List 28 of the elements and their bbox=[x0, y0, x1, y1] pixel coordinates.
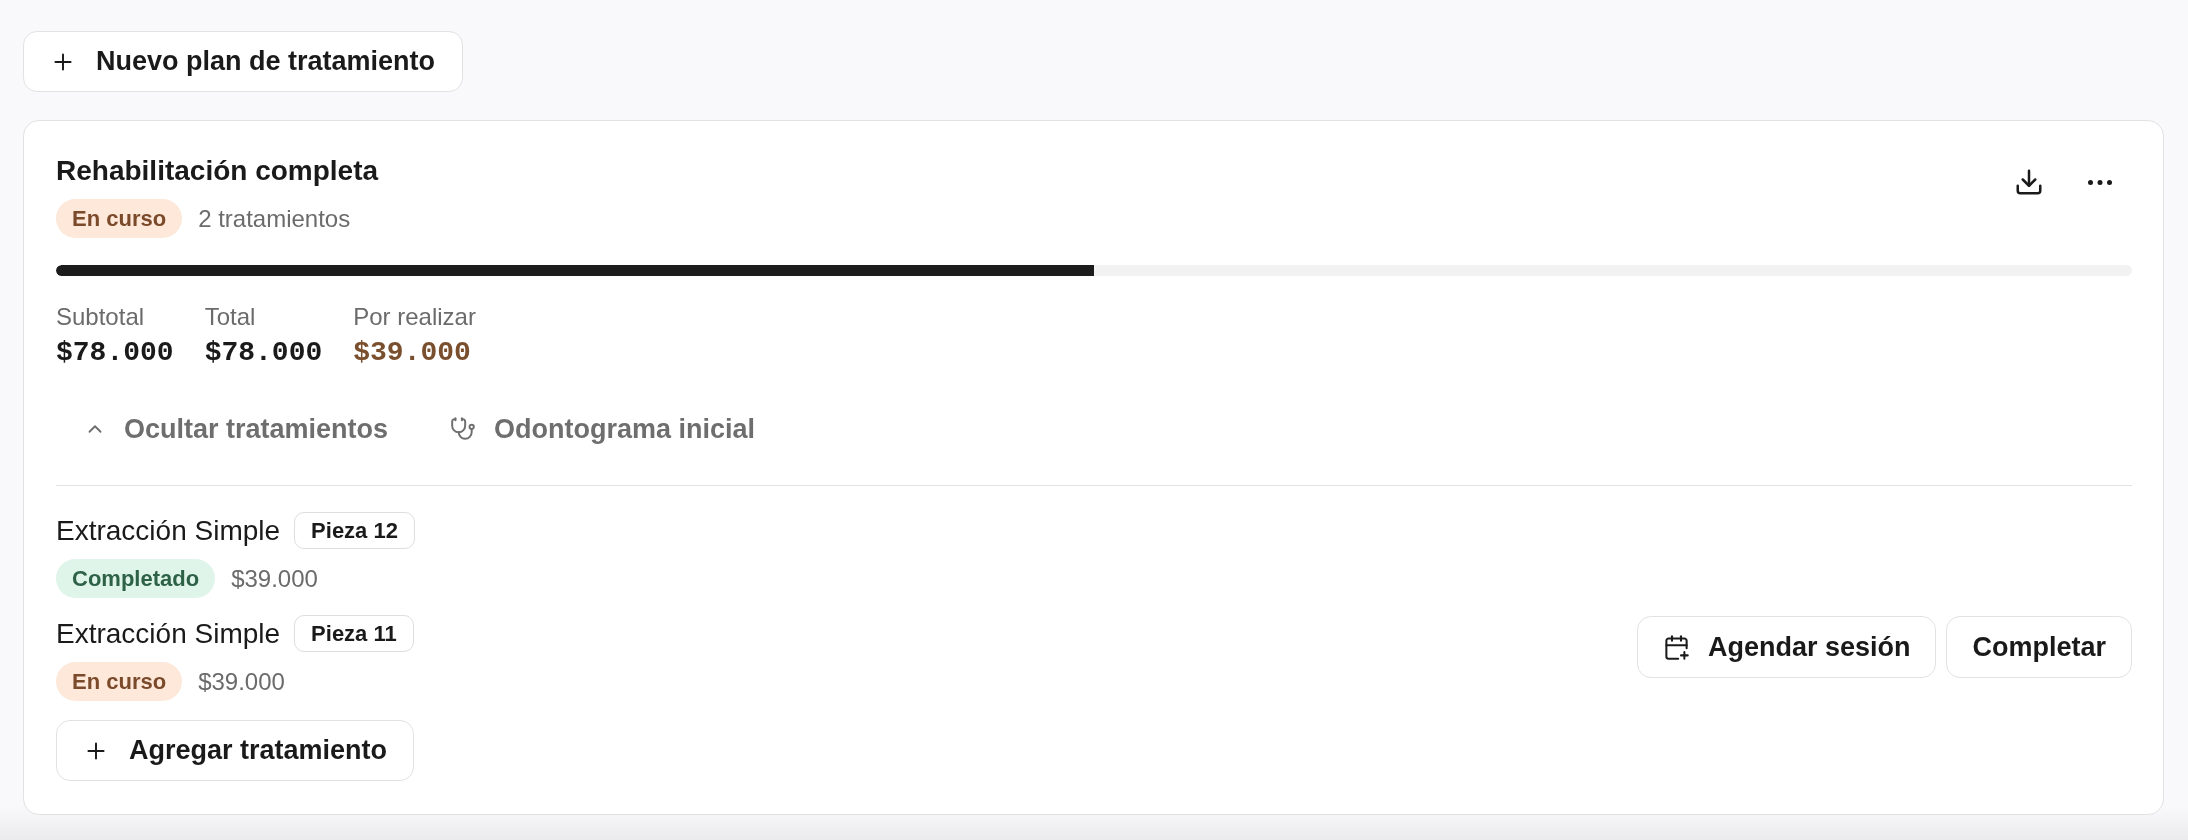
total-label: Por realizar bbox=[353, 303, 476, 331]
treatment-count: 2 tratamientos bbox=[198, 203, 351, 234]
total-value: $39.000 bbox=[353, 337, 472, 369]
total-label: Total bbox=[204, 303, 257, 331]
complete-button[interactable]: Completar bbox=[1946, 616, 2132, 678]
odontogram-button[interactable]: Odontograma inicial bbox=[422, 401, 784, 457]
treatment-name: Extracción Simple bbox=[56, 616, 281, 651]
status-badge: En curso bbox=[56, 662, 183, 701]
new-plan-button[interactable]: Nuevo plan de tratamiento bbox=[23, 31, 464, 92]
schedule-session-button[interactable]: Agendar sesión bbox=[1636, 616, 1937, 678]
download-icon bbox=[2014, 167, 2044, 197]
download-button[interactable] bbox=[2014, 167, 2044, 197]
status-badge: En curso bbox=[56, 199, 183, 238]
treatment-price: $39.000 bbox=[198, 666, 285, 697]
stethoscope-icon bbox=[450, 416, 477, 442]
total-value: $78.000 bbox=[56, 337, 174, 369]
total-label: Subtotal bbox=[56, 303, 146, 331]
add-treatment-button[interactable]: Agregar tratamiento bbox=[56, 720, 415, 781]
tooth-tag: Pieza 11 bbox=[294, 615, 414, 652]
more-options-icon bbox=[2088, 179, 2112, 185]
total-value: $78.000 bbox=[204, 337, 323, 369]
calendar-plus-icon bbox=[1662, 633, 1690, 661]
treatment-price: $39.000 bbox=[231, 563, 318, 594]
toggle-treatments-button[interactable]: Ocultar tratamientos bbox=[56, 401, 417, 457]
status-badge: Completado bbox=[56, 559, 216, 598]
tooth-tag: Pieza 12 bbox=[294, 512, 415, 549]
plan-title: Rehabilitación completa bbox=[56, 155, 379, 187]
treatment-name: Extracción Simple bbox=[56, 513, 281, 548]
